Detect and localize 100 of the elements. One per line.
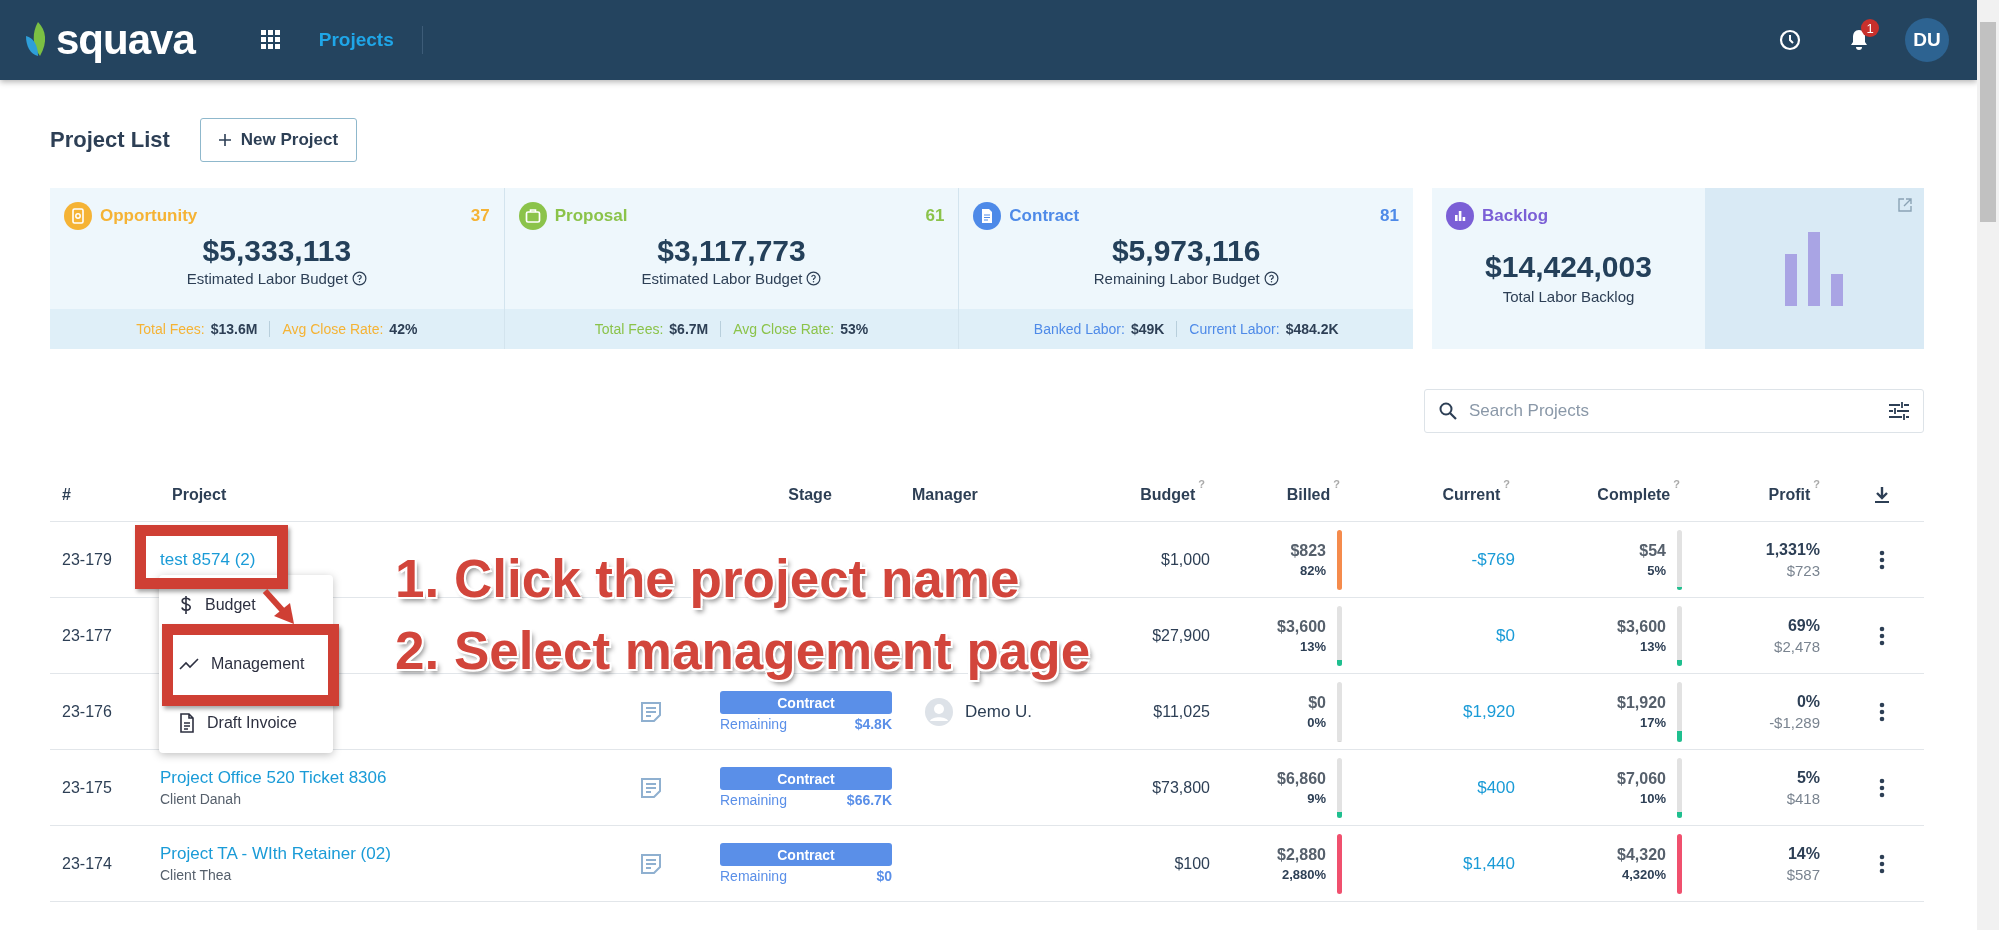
amount-text: $823: [1290, 541, 1326, 560]
stat-label: Avg Close Rate:: [282, 321, 384, 337]
more-options-icon[interactable]: [1879, 549, 1885, 570]
remaining-label: Remaining: [720, 716, 787, 732]
percent-text: 0%: [1307, 714, 1326, 730]
project-number: 23-179: [61, 550, 113, 569]
help-icon[interactable]: ?: [1673, 478, 1680, 504]
project-number: 23-176: [61, 702, 113, 721]
backlog-icon: [1446, 202, 1474, 230]
progress-bar: [1337, 681, 1342, 742]
menu-item[interactable]: Draft Invoice: [159, 693, 333, 752]
more-options-icon[interactable]: [1879, 777, 1885, 798]
percent-text: 17%: [1638, 714, 1666, 730]
filter-icon[interactable]: [1889, 402, 1909, 420]
column-header: Budget: [1140, 486, 1196, 504]
profit-amount: $723: [1785, 561, 1820, 579]
user-avatar[interactable]: DU: [1905, 18, 1949, 62]
scrollbar[interactable]: [1977, 0, 1999, 930]
stage-badge: Contract: [720, 843, 892, 866]
remaining-label: Remaining: [720, 792, 787, 808]
download-icon[interactable]: [1874, 486, 1890, 504]
search-box[interactable]: Search Projects: [1424, 389, 1924, 433]
card-title: Opportunity: [100, 206, 198, 226]
column-header: Billed: [1286, 486, 1331, 504]
clock-icon[interactable]: [1779, 29, 1801, 51]
arrow-overlay: [262, 589, 296, 625]
more-options-icon[interactable]: [1879, 625, 1885, 646]
percent-text: 9%: [1306, 790, 1326, 806]
column-header: Current: [1442, 486, 1501, 504]
percent-text: 2,880%: [1280, 866, 1326, 882]
amount-text: $4,320: [1617, 845, 1666, 864]
budget-value: $1,000: [1160, 550, 1211, 569]
page-title: Project List: [50, 127, 170, 153]
card-label: Estimated Labor Budget: [186, 270, 348, 287]
help-icon[interactable]: ?: [1503, 478, 1510, 504]
current-value: $0: [1495, 625, 1516, 646]
card-count: 61: [925, 206, 945, 226]
profit-percent: 14%: [1786, 844, 1820, 863]
percent-text: 5%: [1646, 562, 1666, 578]
menu-item[interactable]: Management: [159, 634, 333, 693]
project-number: 23-175: [61, 778, 113, 797]
progress-bar: [1337, 757, 1342, 818]
amount-text: $54: [1639, 541, 1666, 560]
amount-text: $3,600: [1277, 617, 1326, 636]
help-icon[interactable]: ?: [1198, 478, 1205, 504]
bell-icon[interactable]: [1849, 29, 1869, 51]
help-icon[interactable]: [1263, 271, 1279, 286]
more-options-icon[interactable]: [1879, 853, 1885, 874]
column-header: Manager: [912, 486, 978, 504]
card-count: 37: [470, 206, 490, 226]
help-icon[interactable]: [806, 271, 822, 286]
profit-amount: -$1,289: [1768, 713, 1820, 731]
progress-bar: [1337, 529, 1342, 590]
search-icon: [1439, 402, 1457, 420]
column-header: #: [62, 486, 71, 504]
more-options-icon[interactable]: [1879, 701, 1885, 722]
percent-text: 13%: [1638, 638, 1666, 654]
profit-percent: 5%: [1795, 768, 1820, 787]
card-count: 81: [1380, 206, 1399, 226]
amount-text: $0: [1307, 693, 1326, 712]
new-project-button[interactable]: New Project: [199, 118, 358, 162]
menu-item[interactable]: Budget: [159, 575, 333, 634]
user-avatar-icon: [925, 697, 953, 726]
budget-value: $100: [1173, 854, 1211, 873]
help-icon[interactable]: ?: [1333, 478, 1340, 504]
budget-value: $27,900: [1151, 626, 1211, 645]
column-header: Profit: [1768, 486, 1811, 504]
stat-value: $484.2K: [1285, 321, 1339, 337]
progress-bar: [1337, 833, 1342, 894]
line-chart-icon: [179, 656, 199, 671]
help-icon[interactable]: [351, 271, 367, 286]
manager-name: Demo U.: [965, 701, 1033, 722]
card-label: Remaining Labor Budget: [1093, 270, 1260, 287]
logo-text: squava: [56, 16, 195, 64]
amount-text: $6,860: [1277, 769, 1326, 788]
help-icon[interactable]: ?: [1813, 478, 1820, 504]
remaining-label: Remaining: [720, 868, 787, 884]
stat-value: $49K: [1130, 321, 1165, 337]
current-value: $400: [1476, 777, 1516, 798]
column-header: Stage: [788, 486, 832, 504]
profit-amount: $418: [1785, 789, 1820, 807]
client-name: Client Thea: [160, 867, 233, 883]
card-title: Contract: [1009, 206, 1080, 226]
notification-badge: 1: [1861, 19, 1879, 37]
percent-text: 13%: [1298, 638, 1326, 654]
percent-text: 10%: [1638, 790, 1666, 806]
nav-tab[interactable]: Projects: [318, 26, 423, 54]
stat-label: Avg Close Rate:: [733, 321, 835, 337]
project-number: 23-174: [61, 854, 113, 873]
amount-text: $7,060: [1617, 769, 1666, 788]
percent-text: 4,320%: [1620, 866, 1666, 882]
document-icon: [179, 712, 195, 733]
column-header: Project: [172, 486, 227, 504]
project-link[interactable]: Project TA - WIth Retainer (02): [160, 844, 630, 864]
card-label: Total Labor Backlog: [1501, 288, 1636, 305]
project-link[interactable]: Project Office 520 Ticket 8306: [160, 768, 630, 788]
current-value: $1,920: [1462, 701, 1516, 722]
budget-value: $73,800: [1151, 778, 1211, 797]
contract-icon: [973, 202, 1002, 230]
proposal-icon: [518, 202, 547, 230]
